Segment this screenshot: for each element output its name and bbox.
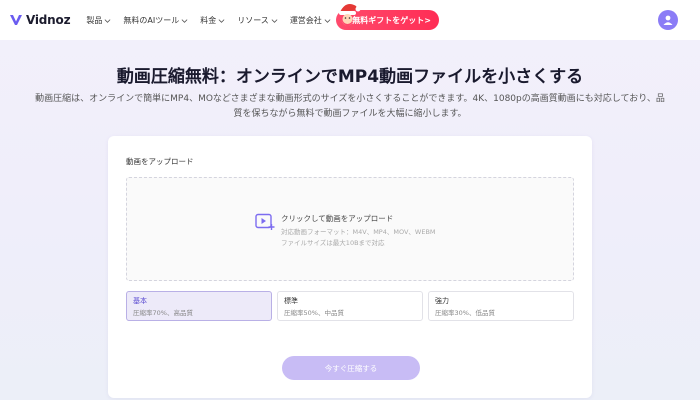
- option-description: 圧縮率30%、低品質: [435, 309, 495, 317]
- menu-item-pricing[interactable]: 料金: [200, 15, 225, 26]
- menu-item-products[interactable]: 製品: [86, 15, 111, 26]
- chevron-down-icon: [271, 18, 278, 23]
- brand-logo[interactable]: Vidnoz: [8, 0, 71, 40]
- page-title: 動画圧縮無料：オンラインでMP4動画ファイルを小さくする: [116, 67, 584, 87]
- chevron-down-icon: [181, 18, 188, 23]
- page-description-line-1: 動画圧縮は、オンラインで簡単にMP4、MOなどさまざまな動画形式のサイズを小さく…: [35, 94, 665, 104]
- chevron-down-icon: [104, 18, 111, 23]
- video-add-icon: [255, 213, 275, 230]
- user-avatar[interactable]: [658, 10, 678, 30]
- santa-icon: [339, 4, 361, 26]
- compression-level-options: 基本 圧縮率70%、高品質 標準 圧縮率50%、中品質 強力 圧縮率30%、低品…: [126, 291, 574, 321]
- top-navbar: Vidnoz 製品 無料のAIツール 料金 リソース 運営会社 無料ギフトをゲッ…: [0, 0, 700, 40]
- main-menu: 製品 無料のAIツール 料金 リソース 運営会社: [86, 15, 342, 26]
- compress-now-button[interactable]: 今すぐ圧縮する: [282, 356, 420, 380]
- max-file-size-text: ファイルサイズは最大10Bまで対応: [281, 239, 385, 247]
- compression-option-basic[interactable]: 基本 圧縮率70%、高品質: [126, 291, 272, 321]
- supported-formats-text: 対応動画フォーマット：M4V、MP4、MOV、WEBM: [281, 228, 436, 236]
- compression-option-standard[interactable]: 標準 圧縮率50%、中品質: [277, 291, 423, 321]
- menu-item-label: 無料のAIツール: [123, 15, 180, 25]
- vidnoz-logo-icon: [10, 15, 22, 25]
- user-icon: [663, 15, 673, 25]
- compression-option-strong[interactable]: 強力 圧縮率30%、低品質: [428, 291, 574, 321]
- option-description: 圧縮率70%、高品質: [133, 309, 193, 317]
- page-description: 動画圧縮は、オンラインで簡単にMP4、MOなどさまざまな動画形式のサイズを小さく…: [2, 92, 698, 121]
- option-name: 基本: [133, 297, 147, 305]
- free-gift-label: 無料ギフトをゲット>: [352, 15, 431, 25]
- menu-item-label: 製品: [86, 15, 103, 25]
- video-upload-dropzone[interactable]: クリックして動画をアップロード 対応動画フォーマット：M4V、MP4、MOV、W…: [126, 177, 574, 281]
- page-description-line-2: 質を保ちながら無料で動画ファイルを大幅に縮小します。: [233, 108, 467, 119]
- menu-item-free-ai-tools[interactable]: 無料のAIツール: [123, 15, 188, 26]
- menu-item-label: 料金: [200, 15, 217, 25]
- chevron-down-icon: [218, 18, 225, 23]
- option-name: 標準: [284, 297, 298, 305]
- upload-section-label: 動画をアップロード: [126, 157, 194, 166]
- option-description: 圧縮率50%、中品質: [284, 309, 344, 317]
- menu-item-label: 運営会社: [289, 15, 322, 25]
- menu-item-company[interactable]: 運営会社: [290, 15, 331, 26]
- chevron-down-icon: [324, 18, 331, 23]
- option-name: 強力: [435, 297, 449, 305]
- compressor-card: 動画をアップロード クリックして動画をアップロード 対応動画フォーマット：M4V…: [108, 136, 592, 398]
- menu-item-label: リソース: [237, 15, 269, 25]
- dropzone-instruction: クリックして動画をアップロード: [281, 214, 394, 223]
- menu-item-resources[interactable]: リソース: [237, 15, 278, 26]
- brand-name: Vidnoz: [26, 13, 71, 27]
